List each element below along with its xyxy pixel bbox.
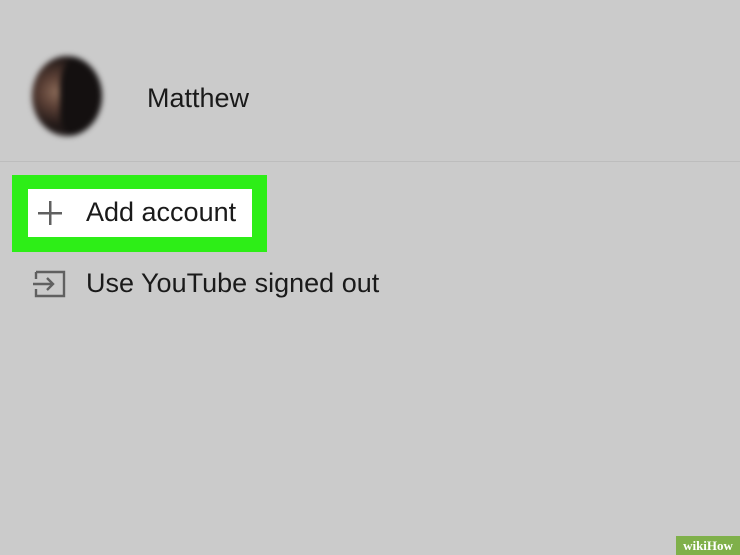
add-account-label: Add account [86,197,237,227]
exit-icon [33,268,67,300]
use-signed-out-button[interactable]: Use YouTube signed out [28,262,448,306]
wikihow-watermark: wikiHow [676,536,740,555]
divider [0,161,740,162]
add-account-button[interactable]: Add account [28,189,252,237]
avatar [32,56,102,136]
signed-out-label: Use YouTube signed out [86,268,380,298]
avatar-hair [60,56,102,136]
account-name: Matthew [147,83,250,113]
plus-icon [38,201,62,225]
current-account-row[interactable]: Matthew [0,52,740,142]
